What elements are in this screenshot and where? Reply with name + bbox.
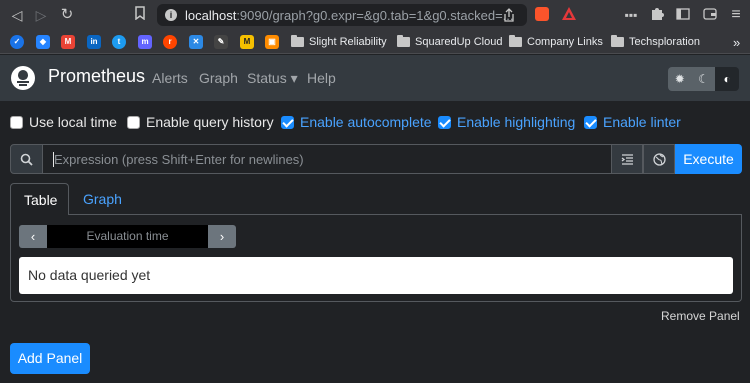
search-icon xyxy=(10,144,43,174)
light-theme-icon[interactable]: ✹ xyxy=(668,67,692,91)
globe-icon[interactable] xyxy=(643,144,675,174)
auto-theme-icon[interactable]: ◐ xyxy=(715,67,739,91)
checkbox-query-history[interactable] xyxy=(127,115,140,129)
metrics-explorer-icon[interactable] xyxy=(611,144,643,174)
folder-icon xyxy=(611,35,624,47)
address-bar[interactable]: i localhost:9090/graph?g0.expr=&g0.tab=1… xyxy=(157,4,527,26)
prometheus-logo-icon[interactable] xyxy=(11,66,35,90)
app-navbar: Prometheus Alerts Graph Status ▾ Help ✹ … xyxy=(0,55,750,101)
nav-graph[interactable]: Graph xyxy=(199,70,238,86)
evaluation-time-picker: ‹ Evaluation time › xyxy=(19,225,236,248)
checkbox-linter[interactable] xyxy=(584,115,597,129)
bookmark-pencil-icon[interactable]: ✎ xyxy=(214,35,228,49)
text-caret xyxy=(53,152,54,167)
nav-status-dropdown[interactable]: Status ▾ xyxy=(247,70,298,87)
brave-rewards-icon[interactable] xyxy=(562,7,576,25)
bookmark-reddit-icon[interactable]: r xyxy=(163,35,177,49)
checkbox-autocomplete[interactable] xyxy=(281,115,294,129)
expression-field[interactable] xyxy=(43,144,611,174)
nav-alerts[interactable]: Alerts xyxy=(152,70,188,86)
eval-time-prev-button[interactable]: ‹ xyxy=(19,225,47,248)
bookmark-jira-icon[interactable]: ◆ xyxy=(36,35,50,49)
share-icon[interactable] xyxy=(503,8,515,27)
option-use-local-time[interactable]: Use local time xyxy=(10,114,117,130)
menu-icon[interactable]: ≡ xyxy=(727,6,745,24)
bookmark-confluence-icon[interactable]: ✕ xyxy=(189,35,203,49)
option-query-history[interactable]: Enable query history xyxy=(127,114,274,130)
bookmark-miro-icon[interactable]: M xyxy=(240,35,254,49)
bookmark-gmail-icon[interactable]: M xyxy=(61,35,75,49)
evaluation-time-input[interactable]: Evaluation time xyxy=(47,225,208,248)
tab-table[interactable]: Table xyxy=(10,183,69,215)
bookmark-page-icon[interactable] xyxy=(131,6,149,24)
bookmark-folder-slight-reliability[interactable]: Slight Reliability xyxy=(291,34,387,50)
extension-icon[interactable]: ▪▪▪ xyxy=(622,6,640,24)
theme-toggle-group: ✹ ☾ ◐ xyxy=(668,67,739,91)
back-icon[interactable]: ◁ xyxy=(8,6,26,24)
no-data-message: No data queried yet xyxy=(19,257,733,294)
checkbox-highlighting[interactable] xyxy=(438,115,451,129)
option-linter[interactable]: Enable linter xyxy=(584,114,681,130)
browser-toolbar: ◁ ▷ ↻ i localhost:9090/graph?g0.expr=&g0… xyxy=(0,0,750,30)
folder-icon xyxy=(397,35,410,47)
dark-theme-icon[interactable]: ☾ xyxy=(691,67,716,91)
extensions-puzzle-icon[interactable] xyxy=(648,6,666,24)
bookmark-mastodon-icon[interactable]: m xyxy=(138,35,152,49)
option-autocomplete[interactable]: Enable autocomplete xyxy=(281,114,432,130)
bookmark-box-icon[interactable]: ▣ xyxy=(265,35,279,49)
bookmark-twitter-icon[interactable]: t xyxy=(112,35,126,49)
bookmark-check-icon[interactable]: ✓ xyxy=(10,35,24,49)
option-highlighting[interactable]: Enable highlighting xyxy=(438,114,575,130)
bookmark-folder-company-links[interactable]: Company Links xyxy=(509,34,603,50)
address-text: localhost:9090/graph?g0.expr=&g0.tab=1&g… xyxy=(185,8,514,23)
bookmark-folder-techsploration[interactable]: Techsploration xyxy=(611,34,700,50)
brand-title[interactable]: Prometheus xyxy=(48,66,145,87)
site-info-icon[interactable]: i xyxy=(165,9,177,21)
expression-row: Execute xyxy=(10,144,742,174)
checkbox-use-local-time[interactable] xyxy=(10,115,23,129)
bookmarks-bar: ✓ ◆ M in t m r ✕ ✎ M ▣ Slight Reliabilit… xyxy=(0,30,750,54)
reload-icon[interactable]: ↻ xyxy=(58,6,76,24)
brave-shields-icon[interactable] xyxy=(535,7,549,21)
folder-icon xyxy=(509,35,522,47)
nav-help[interactable]: Help xyxy=(307,70,336,86)
wallet-icon[interactable] xyxy=(701,6,719,24)
execute-button[interactable]: Execute xyxy=(675,144,742,174)
remove-panel-link[interactable]: Remove Panel xyxy=(661,309,740,323)
sidebar-icon[interactable] xyxy=(674,6,692,24)
bookmarks-overflow-button[interactable]: » xyxy=(733,34,740,50)
bookmark-linkedin-icon[interactable]: in xyxy=(87,35,101,49)
forward-icon[interactable]: ▷ xyxy=(32,6,50,24)
bookmark-folder-squaredup-cloud[interactable]: SquaredUp Cloud xyxy=(397,34,502,50)
eval-time-next-button[interactable]: › xyxy=(208,225,236,248)
tab-graph[interactable]: Graph xyxy=(70,183,135,215)
add-panel-button[interactable]: Add Panel xyxy=(10,343,90,374)
folder-icon xyxy=(291,35,304,47)
expression-input[interactable] xyxy=(43,145,611,173)
